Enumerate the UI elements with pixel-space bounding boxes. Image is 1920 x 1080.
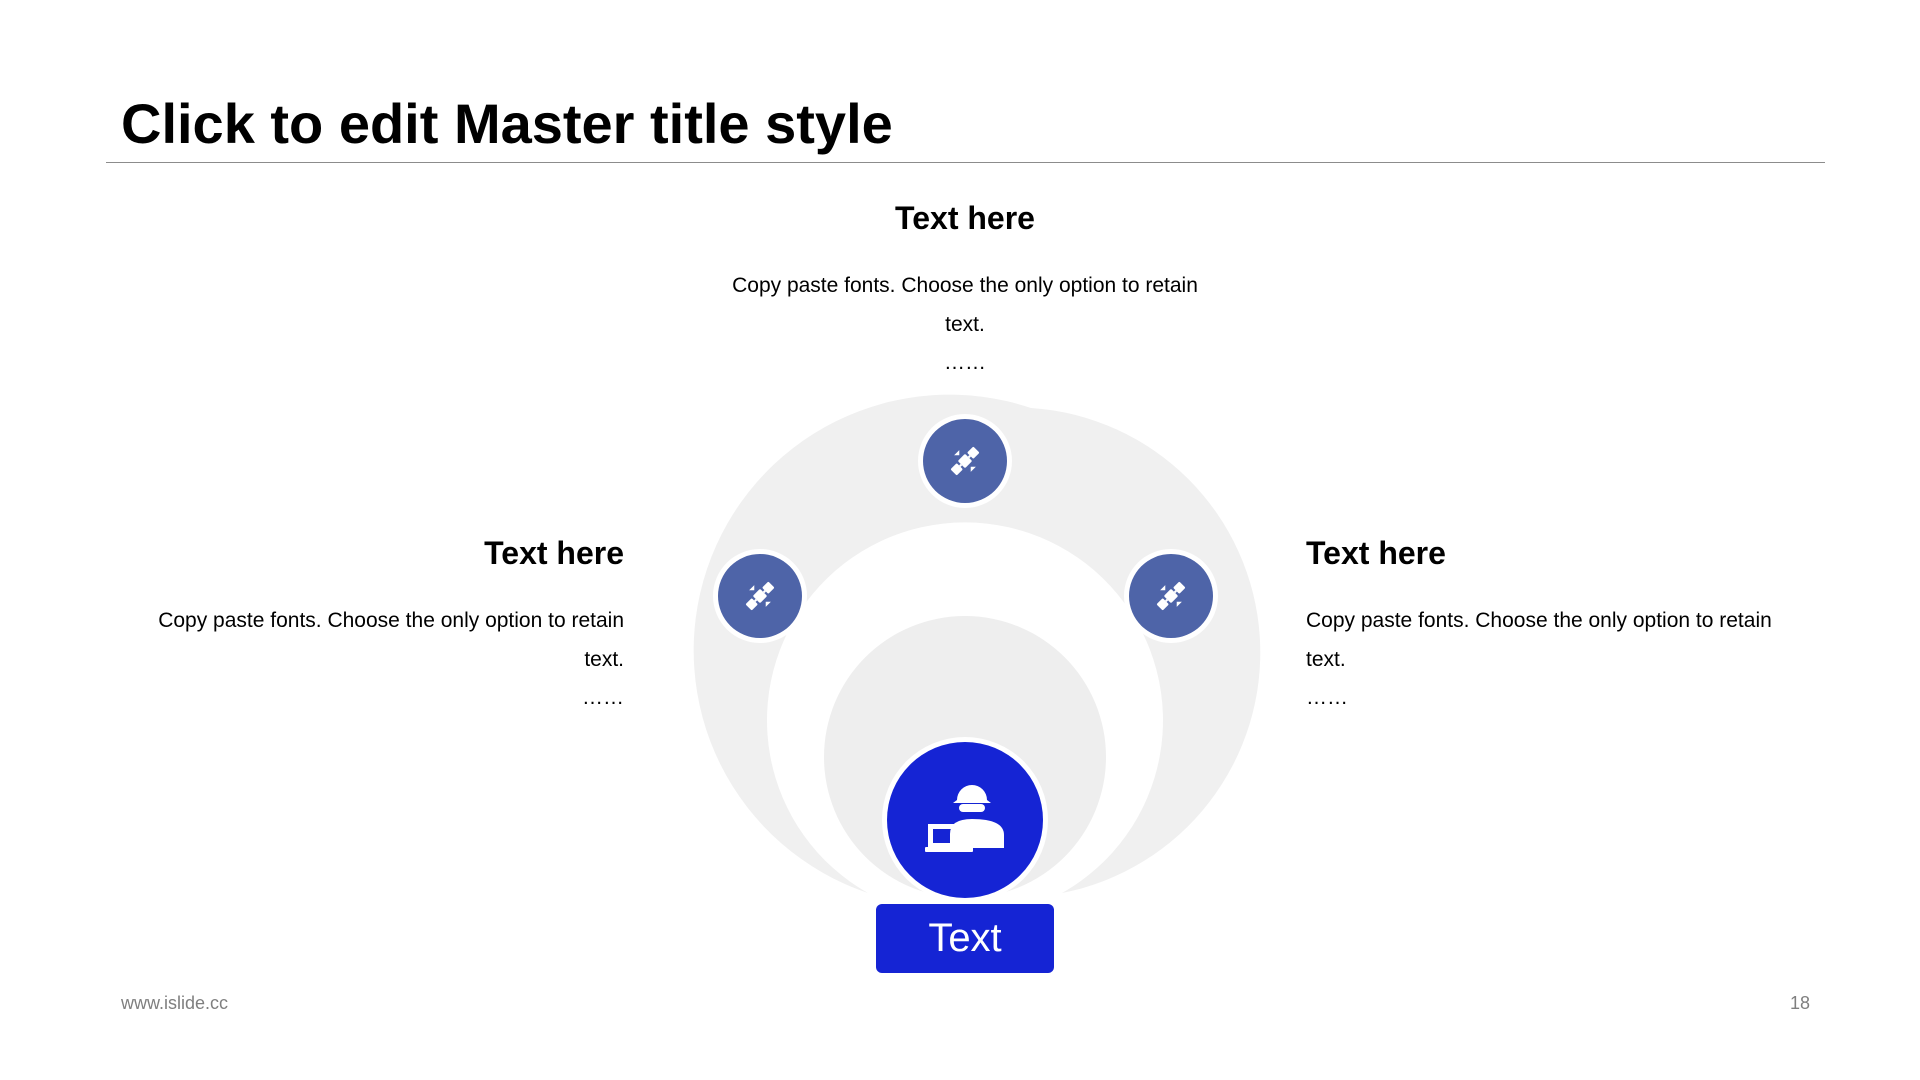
node-top[interactable]: [918, 414, 1012, 508]
center-node[interactable]: [882, 737, 1048, 903]
center-label[interactable]: Text: [876, 904, 1054, 973]
node-left[interactable]: [713, 549, 807, 643]
node-right[interactable]: [1124, 549, 1218, 643]
footer-url: www.islide.cc: [121, 993, 229, 1013]
page-number: 18: [1789, 993, 1810, 1013]
